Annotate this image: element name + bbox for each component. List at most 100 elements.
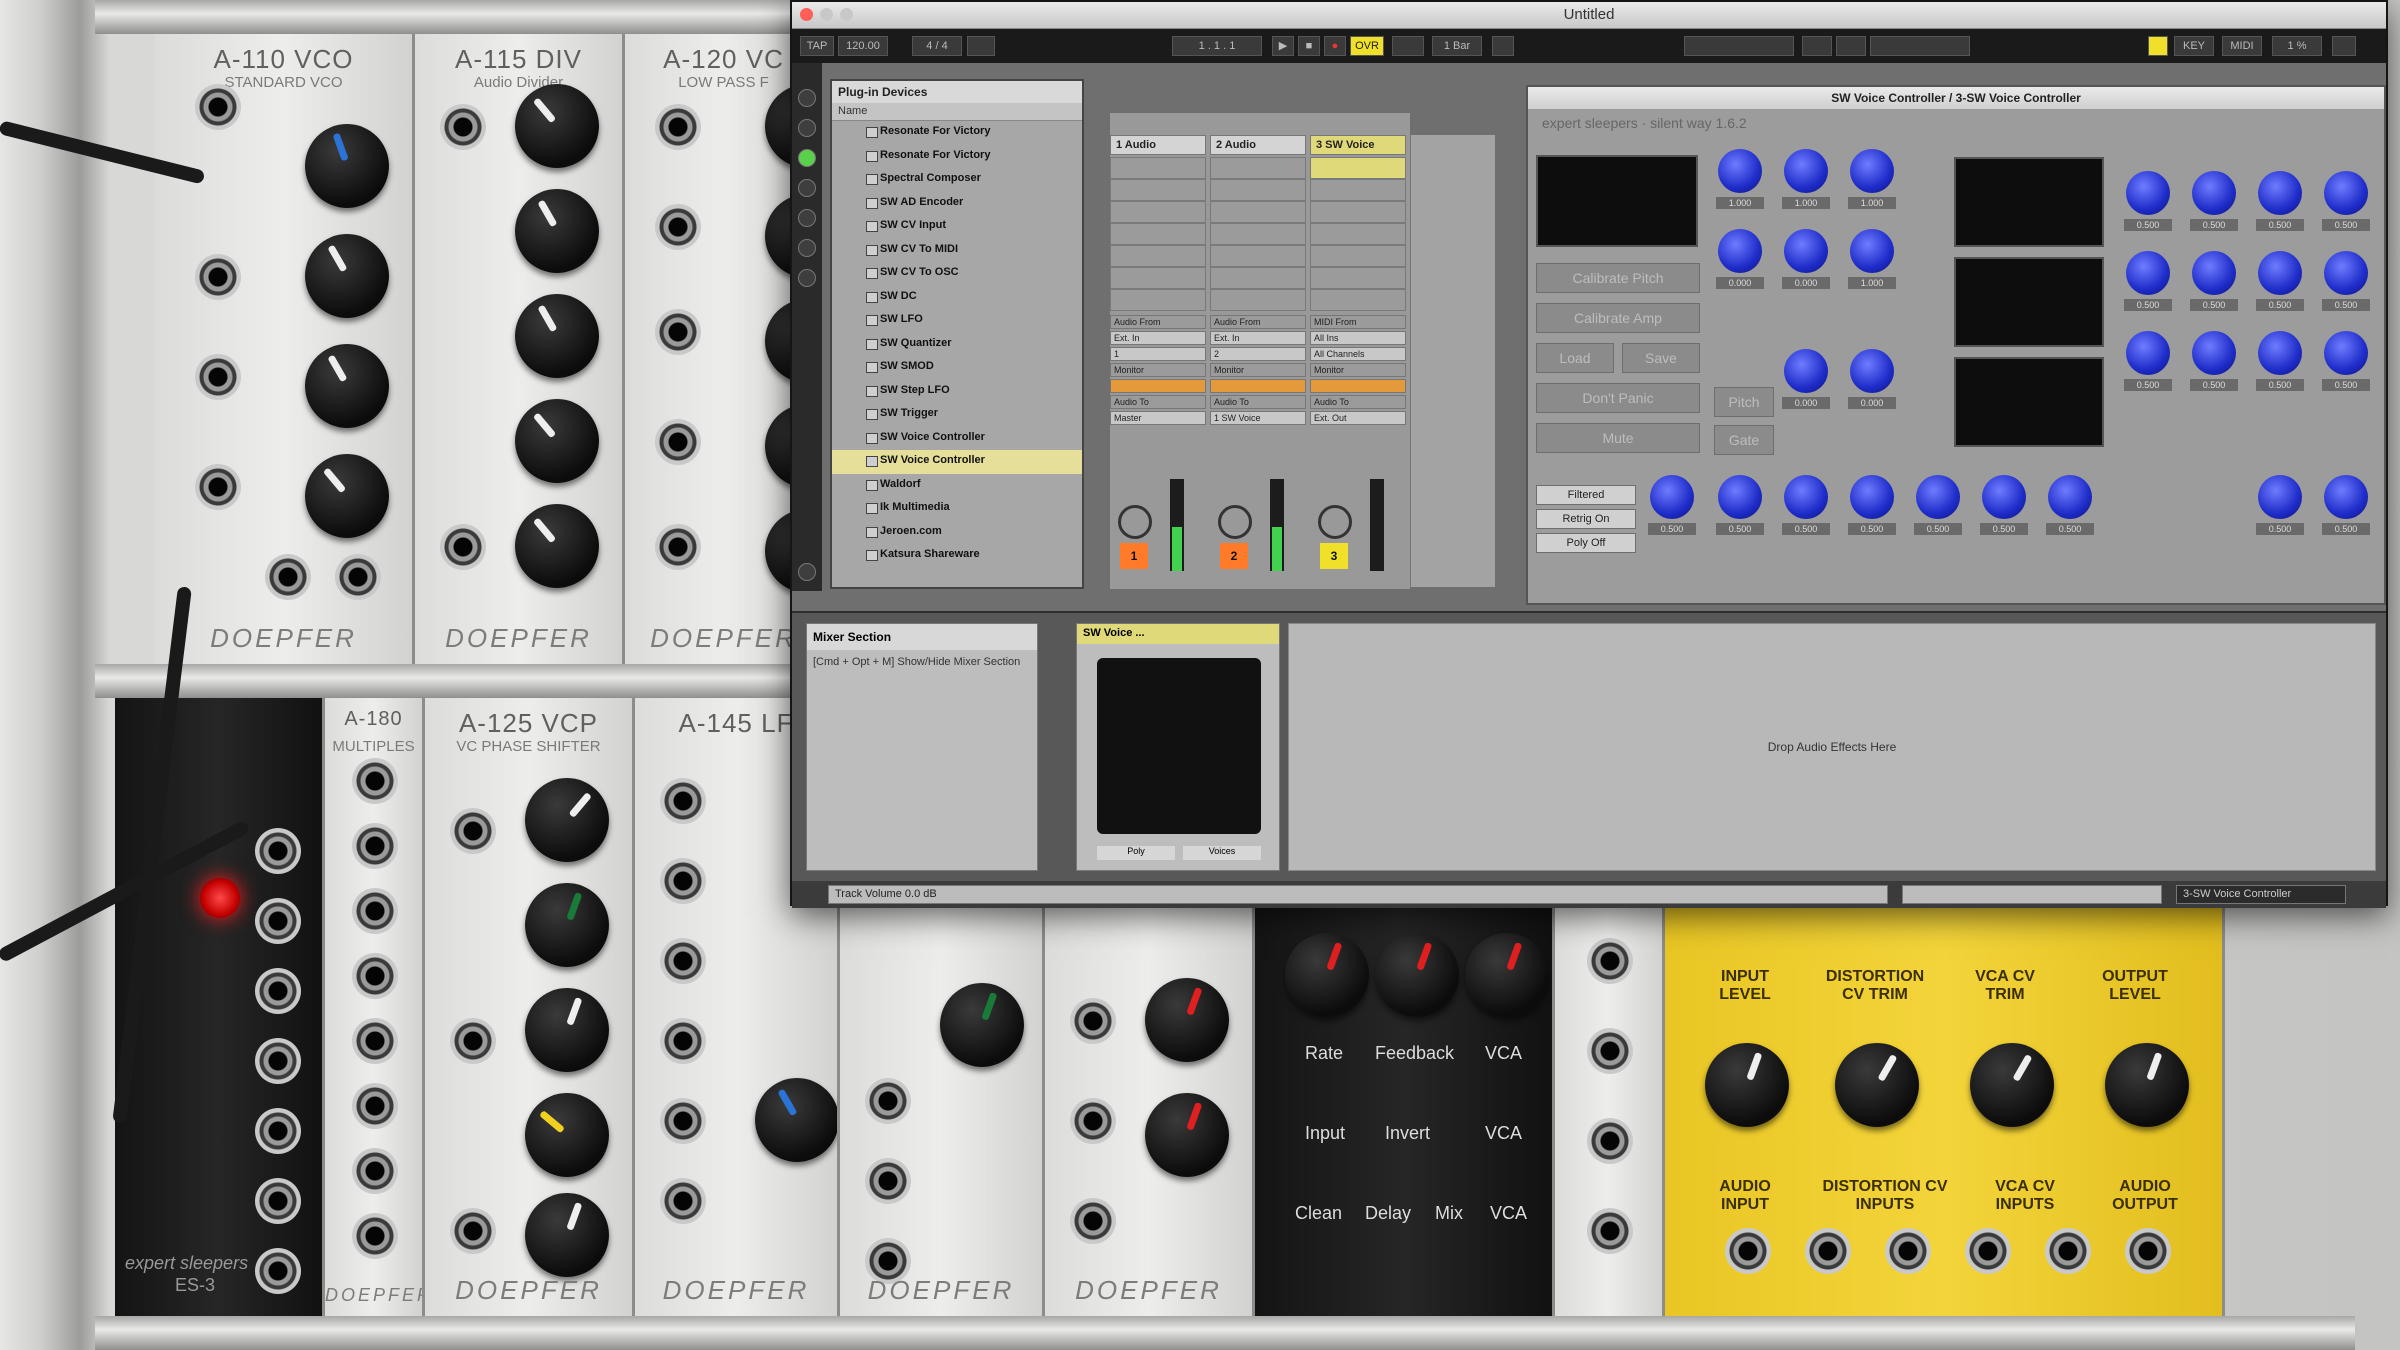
loop-length-position[interactable] [1870, 36, 1970, 56]
param-knob[interactable] [1850, 349, 1894, 393]
draw-mode-button[interactable] [1492, 36, 1514, 56]
param-knob[interactable] [2324, 475, 2368, 519]
mix-knob[interactable] [525, 1193, 609, 1277]
jack[interactable] [660, 858, 706, 904]
browser-column-header[interactable]: Name [832, 103, 1082, 121]
clip-slot[interactable] [1110, 289, 1206, 311]
pitch-button[interactable]: Pitch [1714, 387, 1774, 417]
knob[interactable] [1375, 933, 1459, 1017]
key-map-button[interactable]: KEY [2174, 36, 2214, 56]
level-knob[interactable] [525, 778, 609, 862]
param-knob[interactable] [1784, 475, 1828, 519]
param-knob[interactable] [1784, 229, 1828, 273]
input-type-select[interactable]: Ext. In [1210, 331, 1306, 345]
param-knob[interactable] [2192, 331, 2236, 375]
info-icon[interactable] [798, 563, 816, 581]
input-type-select[interactable]: Ext. In [1110, 331, 1206, 345]
file-browser-icon[interactable] [798, 239, 816, 257]
browser-item[interactable]: SW CV To MIDI [832, 239, 1082, 263]
param-knob[interactable] [1784, 349, 1828, 393]
div-knob[interactable] [515, 84, 599, 168]
clip-slot[interactable] [1210, 267, 1306, 289]
jack[interactable] [335, 554, 381, 600]
res-knob[interactable] [525, 1093, 609, 1177]
param-knob[interactable] [1650, 475, 1694, 519]
jack[interactable] [352, 1018, 398, 1064]
param-knob[interactable] [1916, 475, 1960, 519]
clip-slot[interactable] [1210, 289, 1306, 311]
jack[interactable] [450, 1018, 496, 1064]
stop-button[interactable]: ■ [1298, 36, 1320, 56]
input-channel-select[interactable]: All Channels [1310, 347, 1406, 361]
vca-trim-knob[interactable] [1970, 1043, 2054, 1127]
knob[interactable] [1145, 1093, 1229, 1177]
browser-item[interactable]: Waldorf [832, 474, 1082, 498]
midi-map-button[interactable]: MIDI [2222, 36, 2262, 56]
clip-slot[interactable] [1110, 267, 1206, 289]
output-select[interactable]: 1 SW Voice [1210, 411, 1306, 425]
play-button[interactable]: ▶ [1272, 36, 1294, 56]
monitor-switch[interactable] [1110, 379, 1206, 393]
jack[interactable] [440, 524, 486, 570]
tune-knob[interactable] [305, 124, 389, 208]
tempo-field[interactable]: 120.00 [838, 36, 888, 56]
jack[interactable] [1965, 1228, 2011, 1274]
live-devices-icon[interactable] [798, 119, 816, 137]
browser-item[interactable]: Spectral Composer [832, 168, 1082, 192]
clip-slot[interactable] [1310, 289, 1406, 311]
browser-item[interactable]: SW Voice Controller [832, 450, 1082, 474]
jack[interactable] [195, 354, 241, 400]
clip-slot[interactable] [1210, 245, 1306, 267]
jack[interactable] [660, 778, 706, 824]
input-level-knob[interactable] [1705, 1043, 1789, 1127]
plugin-devices-icon[interactable] [798, 149, 816, 167]
jack[interactable] [352, 953, 398, 999]
param-knob[interactable] [1718, 149, 1762, 193]
browser-item[interactable]: SW AD Encoder [832, 192, 1082, 216]
div-knob[interactable] [515, 504, 599, 588]
clip-slot[interactable] [1310, 201, 1406, 223]
param-knob[interactable] [1850, 229, 1894, 273]
output-select[interactable]: Master [1110, 411, 1206, 425]
div-knob[interactable] [515, 189, 599, 273]
metronome-button[interactable] [967, 36, 995, 56]
hotswap-icon[interactable] [798, 269, 816, 287]
param-knob[interactable] [1850, 149, 1894, 193]
param-knob[interactable] [1718, 229, 1762, 273]
pan-knob[interactable] [1218, 505, 1252, 539]
param-knob[interactable] [2126, 171, 2170, 215]
shift-knob[interactable] [525, 883, 609, 967]
loop-length-field[interactable]: 1 Bar [1432, 36, 1482, 56]
jack[interactable] [352, 823, 398, 869]
jack[interactable] [1885, 1228, 1931, 1274]
poly-button[interactable]: Poly [1097, 846, 1175, 860]
param-knob[interactable] [1784, 149, 1828, 193]
jack[interactable] [195, 464, 241, 510]
clip-slot[interactable] [1310, 267, 1406, 289]
tap-button[interactable]: TAP [800, 36, 834, 56]
drop-effects-zone[interactable]: Drop Audio Effects Here [1288, 623, 2376, 871]
jack[interactable] [1725, 1228, 1771, 1274]
jack[interactable] [865, 1078, 911, 1124]
jack[interactable] [195, 254, 241, 300]
pw-knob[interactable] [305, 344, 389, 428]
jack[interactable] [2045, 1228, 2091, 1274]
jack[interactable] [255, 898, 301, 944]
browser-item[interactable]: SW Voice Controller [832, 427, 1082, 451]
input-channel-select[interactable]: 1 [1110, 347, 1206, 361]
output-select[interactable]: Ext. Out [1310, 411, 1406, 425]
filtered-toggle[interactable]: Filtered [1536, 485, 1636, 505]
jack[interactable] [352, 1213, 398, 1259]
clip-slot[interactable] [1110, 245, 1206, 267]
jack[interactable] [660, 1018, 706, 1064]
pan-knob[interactable] [1318, 505, 1352, 539]
freq-knob[interactable] [755, 1078, 837, 1162]
jack[interactable] [352, 1083, 398, 1129]
loop-button[interactable] [1836, 36, 1866, 56]
knob[interactable] [940, 983, 1024, 1067]
overdub-button[interactable]: OVR [1350, 36, 1384, 56]
jack[interactable] [1070, 1098, 1116, 1144]
poly-toggle[interactable]: Poly Off [1536, 533, 1636, 553]
browser-item[interactable]: SW Trigger [832, 403, 1082, 427]
clip-slot[interactable] [1210, 201, 1306, 223]
